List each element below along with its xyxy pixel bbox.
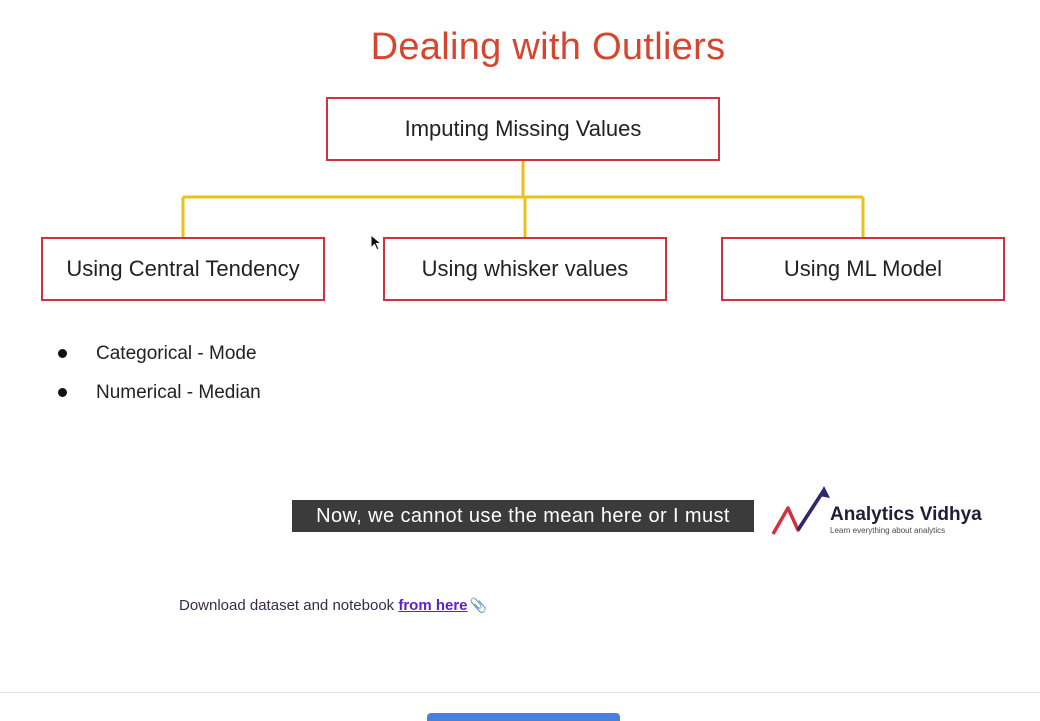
bullet-item: Numerical - Median <box>56 373 261 412</box>
slide-page: Dealing with Outliers Imputing Missing V… <box>0 0 1040 721</box>
child-node-ml-model: Using ML Model <box>721 237 1005 301</box>
page-divider <box>0 692 1040 693</box>
brand-tagline: Learn everything about analytics <box>830 526 946 535</box>
bottom-action-button[interactable] <box>427 713 620 721</box>
video-caption: Now, we cannot use the mean here or I mu… <box>292 500 754 532</box>
bullet-text: Categorical - Mode <box>96 342 257 364</box>
download-line: Download dataset and notebook from here 📎 <box>179 597 487 614</box>
child-node-central-tendency: Using Central Tendency <box>41 237 325 301</box>
root-node-box: Imputing Missing Values <box>326 97 720 161</box>
download-text: Download dataset and notebook <box>179 597 399 614</box>
bullet-item: Categorical - Mode <box>56 334 261 373</box>
bullet-dot-icon <box>58 349 67 358</box>
download-link[interactable]: from here 📎 <box>398 597 487 614</box>
brand-name: Analytics Vidhya <box>830 504 982 525</box>
bullet-text: Numerical - Median <box>96 381 261 403</box>
child-node-whisker-values: Using whisker values <box>383 237 667 301</box>
paperclip-icon: 📎 <box>469 597 487 613</box>
brand-logo: Analytics Vidhya Learn everything about … <box>770 484 1010 540</box>
bullet-dot-icon <box>58 388 67 397</box>
bullet-list: Categorical - Mode Numerical - Median <box>56 334 261 412</box>
mouse-cursor-icon <box>370 234 382 251</box>
analytics-vidhya-logo-icon <box>771 486 830 535</box>
